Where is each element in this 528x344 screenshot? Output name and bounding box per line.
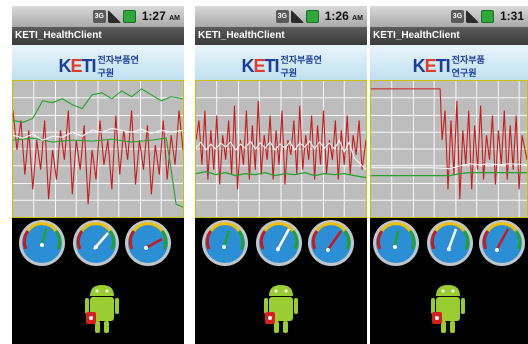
phone-screen-3: 3G 1:31 KETI_HealthClient KETI 전자부품연구원 [370,6,528,344]
app-title: KETI_HealthClient [12,27,184,45]
keti-logo: KETI 전자부품연구원 [412,55,485,78]
app-title: KETI_HealthClient [370,27,528,45]
gauge-red [124,219,172,267]
status-clock: 1:31 [499,9,524,23]
status-bar: 3G 1:26 AM [195,6,367,27]
battery-icon [122,9,136,23]
signal-icon [107,9,121,23]
keti-banner: KETI 전자부품연구원 [12,45,184,80]
app-title: KETI_HealthClient [195,27,367,45]
signal-icon [290,9,304,23]
phone-screen-2: 3G 1:26 AM KETI_HealthClient KETI 전자부품연구… [195,6,367,344]
battery-icon [305,9,319,23]
gauge-green [18,219,66,267]
gauge-green [201,219,249,267]
signal-graph [12,80,184,218]
gauge-green [372,219,420,267]
keti-banner: KETI 전자부품연구원 [195,45,367,80]
data-3g-icon: 3G [275,9,289,23]
status-clock: 1:27 AM [141,9,180,23]
signal-graph [370,80,528,218]
gauge-row [195,219,367,279]
data-3g-icon: 3G [92,9,106,23]
gauge-red [478,219,526,267]
gauge-white [255,219,303,267]
status-bar: 3G 1:27 AM [12,6,184,27]
signal-graph [195,80,367,218]
signal-icon [465,9,479,23]
data-3g-icon: 3G [450,9,464,23]
battery-icon [480,9,494,23]
gauge-white [426,219,474,267]
android-robot-icon [84,282,120,340]
keti-banner: KETI 전자부품연구원 [370,45,528,80]
android-robot-icon [430,282,466,340]
status-bar: 3G 1:31 [370,6,528,27]
phone-screen-1: 3G 1:27 AM KETI_HealthClient KETI 전자부품연구… [12,6,184,344]
red-trace [371,88,527,200]
gauge-red [307,219,355,267]
keti-logo: KETI 전자부품연구원 [58,55,139,78]
status-clock: 1:26 AM [324,9,363,23]
keti-logo: KETI 전자부품연구원 [241,55,322,78]
gauge-row [12,219,184,279]
gauge-row [370,219,528,279]
gauge-white [72,219,120,267]
android-robot-icon [263,282,299,340]
